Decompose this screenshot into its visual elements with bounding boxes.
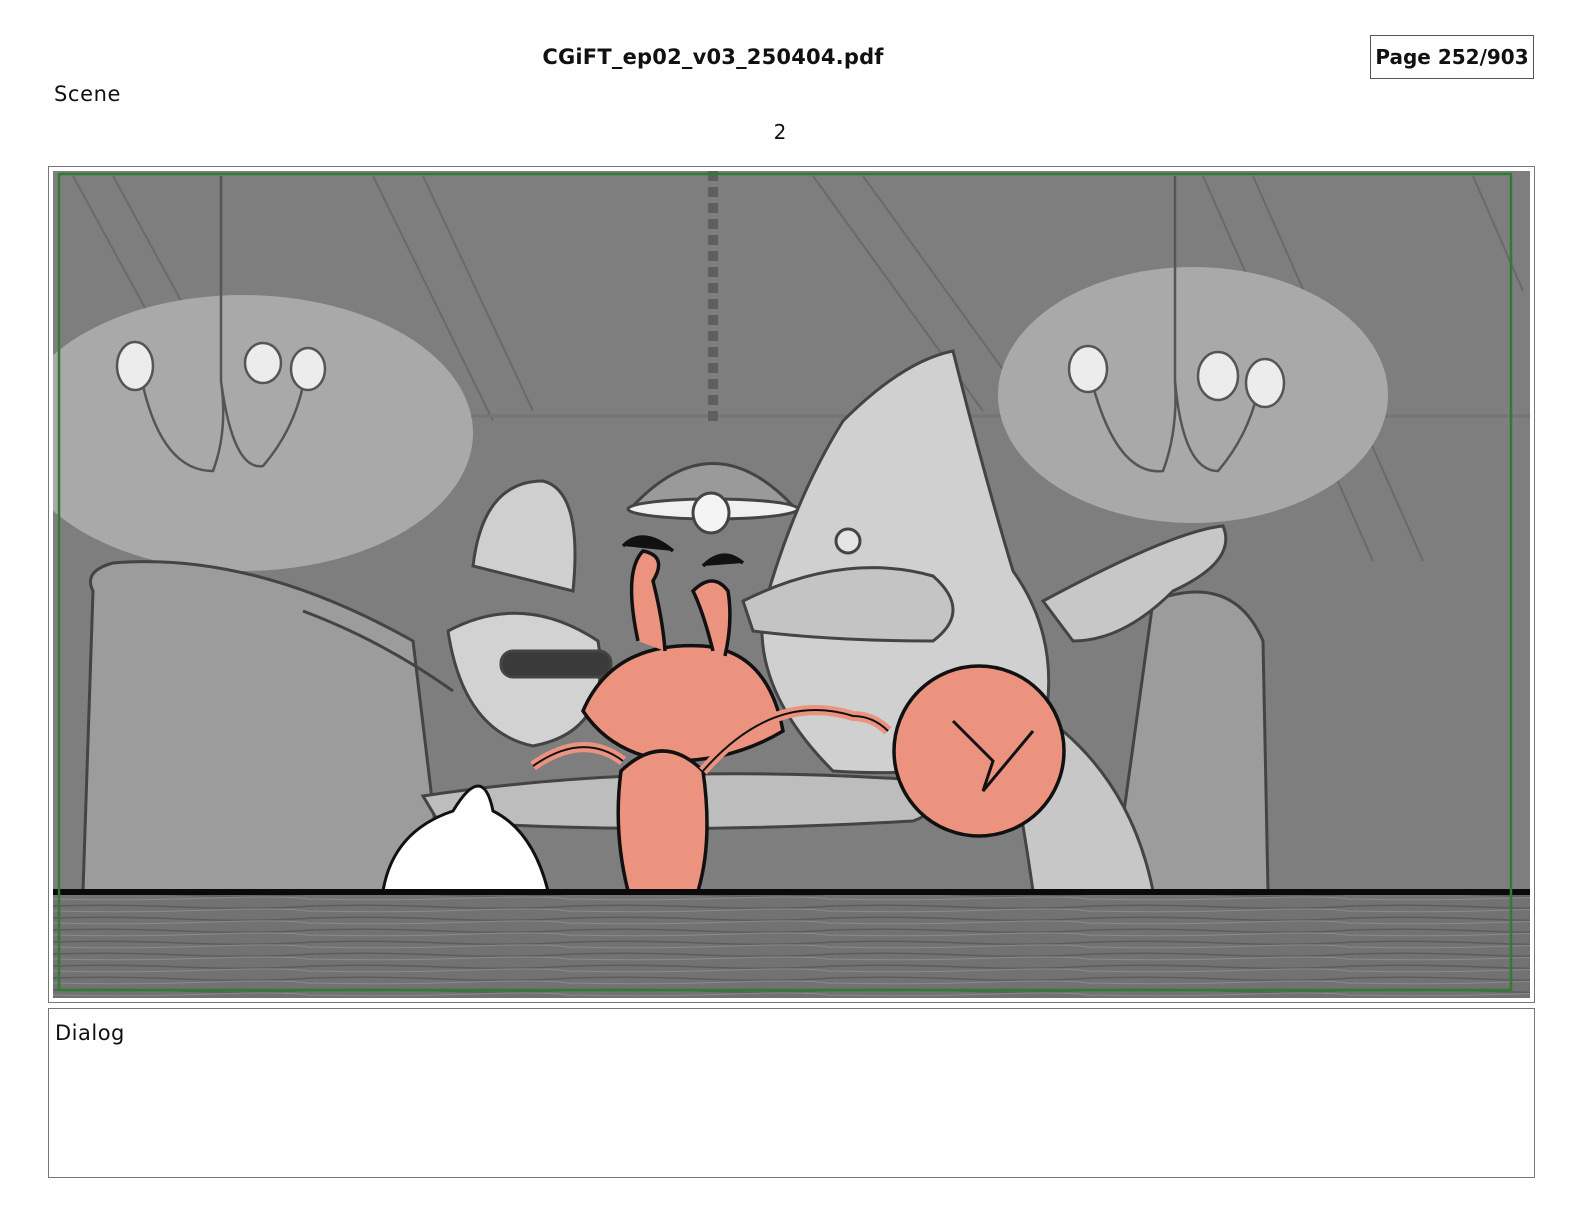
scene-number: 2: [773, 120, 787, 144]
dialog-box: Dialog: [48, 1008, 1535, 1178]
light-pool-right: [998, 267, 1388, 523]
storyboard-panel: [48, 166, 1535, 1003]
wood-counter: [53, 895, 1530, 998]
counter-edge: [53, 889, 1530, 895]
document-title: CGiFT_ep02_v03_250404.pdf: [542, 45, 884, 69]
page-indicator: Page 252/903: [1370, 35, 1534, 79]
panel-artwork: [53, 171, 1530, 998]
scene-label: Scene: [54, 82, 122, 106]
dialog-label: Dialog: [55, 1021, 125, 1045]
